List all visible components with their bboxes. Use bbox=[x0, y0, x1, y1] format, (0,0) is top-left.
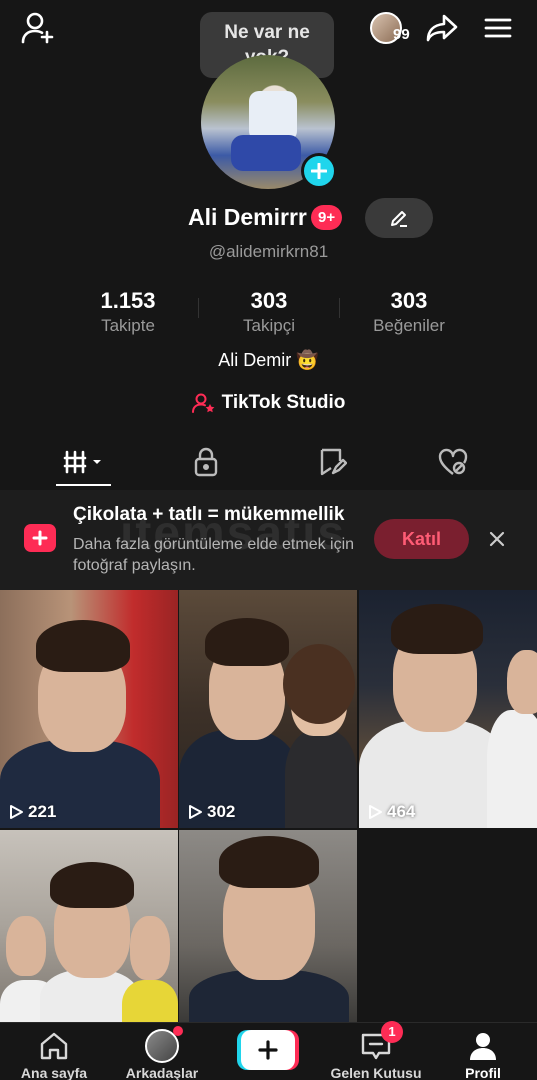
edit-profile-button[interactable] bbox=[365, 198, 433, 238]
stat-value: 1.153 bbox=[100, 288, 156, 313]
nav-label: Arkadaşlar bbox=[125, 1065, 199, 1080]
username: @alidemirkrn81 bbox=[208, 242, 329, 261]
promo-description: Daha fazla görüntüleme elde etmek için f… bbox=[73, 536, 355, 574]
notification-badge[interactable]: 9+ bbox=[311, 205, 343, 230]
heart-icon bbox=[438, 448, 468, 475]
view-count: 302 bbox=[187, 802, 235, 822]
studio-icon bbox=[191, 393, 214, 413]
nav-profile[interactable]: Profil bbox=[433, 1029, 533, 1080]
view-count: 464 bbox=[367, 802, 415, 822]
stats-row: 1.153 Takipte 303 Takipçi 303 Beğeniler bbox=[0, 288, 537, 338]
tab-saved[interactable] bbox=[287, 438, 377, 486]
name-row: Ali Demirrr 9+ bbox=[0, 198, 537, 238]
create-button[interactable] bbox=[237, 1030, 299, 1070]
friends-avatar bbox=[145, 1026, 183, 1063]
tab-videos[interactable] bbox=[40, 438, 130, 486]
add-avatar-button[interactable] bbox=[301, 153, 337, 189]
hamburger-icon bbox=[484, 18, 512, 38]
menu-button[interactable] bbox=[482, 12, 514, 44]
view-count-value: 464 bbox=[387, 802, 416, 821]
nav-friends[interactable]: Arkadaşlar bbox=[112, 1026, 212, 1080]
pencil-icon bbox=[391, 211, 407, 227]
thumbnail-face bbox=[130, 916, 170, 980]
thumbnail-hair bbox=[391, 604, 483, 654]
view-count: 221 bbox=[8, 802, 56, 822]
followers-stat[interactable]: 303 Takipçi bbox=[204, 288, 334, 336]
avatar-figure-shorts bbox=[231, 135, 301, 171]
video-thumbnail[interactable]: 302 bbox=[179, 590, 357, 828]
add-user-icon bbox=[21, 12, 54, 44]
nav-label: Ana sayfa bbox=[20, 1065, 88, 1080]
join-button[interactable]: Katıl bbox=[374, 519, 469, 559]
thumbnail-hair bbox=[205, 618, 289, 666]
nav-home[interactable]: Ana sayfa bbox=[4, 1029, 104, 1080]
stat-label: Takipçi bbox=[243, 316, 295, 335]
studio-label: TikTok Studio bbox=[221, 392, 346, 413]
play-icon bbox=[189, 805, 202, 819]
add-friend-button[interactable] bbox=[18, 10, 58, 46]
bio-text: Ali Demir 🤠 bbox=[218, 350, 319, 370]
likes-stat[interactable]: 303 Beğeniler bbox=[344, 288, 474, 336]
tab-private[interactable] bbox=[161, 438, 251, 486]
story-count: 99 bbox=[393, 26, 410, 43]
content-tabs bbox=[0, 438, 537, 488]
close-icon bbox=[489, 531, 505, 547]
stat-value: 303 bbox=[390, 288, 428, 313]
nav-inbox[interactable]: 1 Gelen Kutusu bbox=[326, 1021, 426, 1080]
thumbnail-face bbox=[6, 916, 46, 976]
grid-icon bbox=[63, 450, 101, 474]
create-button-face bbox=[241, 1030, 295, 1070]
thumbnail-hair bbox=[50, 862, 134, 908]
play-icon bbox=[369, 805, 382, 819]
bookmark-icon bbox=[320, 448, 347, 476]
camera-plus-icon bbox=[24, 524, 56, 552]
thumbnail-face bbox=[507, 650, 537, 714]
stat-label: Takipte bbox=[101, 316, 155, 335]
view-count-value: 302 bbox=[207, 802, 236, 821]
play-icon bbox=[10, 805, 23, 819]
nav-label: Profil bbox=[465, 1065, 501, 1080]
thumbnail-hair bbox=[219, 836, 319, 888]
thumbnail-figure bbox=[122, 980, 178, 1022]
notification-dot bbox=[173, 1026, 183, 1036]
close-promo-button[interactable] bbox=[484, 526, 510, 552]
stat-divider bbox=[198, 298, 199, 318]
home-icon bbox=[37, 1029, 71, 1063]
following-stat[interactable]: 1.153 Takipte bbox=[63, 288, 193, 336]
video-grid: 221 302 464 bbox=[0, 590, 537, 1022]
nav-label: Gelen Kutusu bbox=[330, 1065, 422, 1080]
stat-label: Beğeniler bbox=[373, 316, 445, 335]
bottom-navigation: Ana sayfa Arkadaşlar 1 Gelen Kutusu Prof… bbox=[0, 1021, 537, 1080]
thumbnail-hair bbox=[283, 644, 355, 724]
thumbnail-figure bbox=[487, 710, 537, 828]
tiktok-studio-link[interactable]: TikTok Studio bbox=[0, 392, 537, 414]
profile-icon bbox=[466, 1029, 500, 1063]
stat-divider bbox=[339, 298, 340, 318]
plus-icon bbox=[311, 163, 327, 179]
share-profile-button[interactable] bbox=[424, 10, 460, 46]
video-thumbnail[interactable]: 221 bbox=[0, 590, 178, 828]
share-icon bbox=[426, 14, 458, 42]
promo-title: Çikolata + tatlı = mükemmellik bbox=[73, 504, 345, 525]
active-tab-indicator bbox=[56, 484, 111, 486]
thumbnail-figure bbox=[285, 730, 357, 828]
tab-liked[interactable] bbox=[408, 438, 498, 486]
stat-value: 303 bbox=[250, 288, 288, 313]
display-name: Ali Demirrr bbox=[188, 204, 307, 230]
video-thumbnail[interactable] bbox=[179, 830, 357, 1022]
plus-icon bbox=[258, 1040, 278, 1060]
lock-icon bbox=[194, 447, 218, 477]
video-thumbnail[interactable] bbox=[0, 830, 178, 1022]
thumbnail-hair bbox=[36, 620, 130, 672]
inbox-badge: 1 bbox=[381, 1021, 403, 1043]
video-thumbnail[interactable]: 464 bbox=[359, 590, 537, 828]
view-count-value: 221 bbox=[28, 802, 57, 821]
avatar-figure-shirt bbox=[249, 91, 297, 141]
inbox-icon: 1 bbox=[359, 1021, 403, 1063]
promo-banner: itemsatis Çikolata + tatlı = mükemmellik… bbox=[0, 490, 537, 590]
